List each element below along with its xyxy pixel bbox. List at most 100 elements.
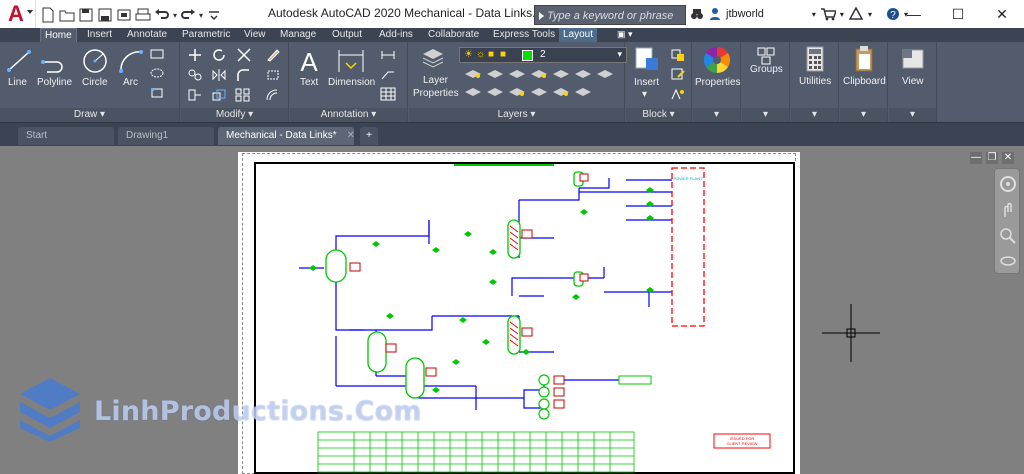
insert-block-icon[interactable] bbox=[634, 46, 660, 72]
layers-panel-title[interactable]: Layers ▾ bbox=[409, 108, 624, 122]
properties-button[interactable]: Properties bbox=[695, 77, 741, 88]
text-icon[interactable]: A bbox=[298, 47, 320, 75]
rotate-icon[interactable] bbox=[211, 48, 227, 62]
dimension-button[interactable]: Dimension bbox=[328, 77, 375, 88]
offset-icon[interactable] bbox=[265, 88, 281, 102]
plot-icon[interactable] bbox=[135, 7, 151, 23]
connect-icon[interactable] bbox=[848, 7, 864, 21]
close-tab-icon[interactable]: ✕ bbox=[347, 130, 355, 141]
tab-annotate[interactable]: Annotate bbox=[123, 28, 171, 42]
viewport-minimize-button[interactable]: — bbox=[970, 152, 982, 164]
undo-dropdown-icon[interactable]: ▾ bbox=[173, 11, 177, 20]
polyline-button[interactable]: Polyline bbox=[37, 77, 72, 88]
cart-dropdown-icon[interactable]: ▾ bbox=[840, 10, 844, 19]
layer-dropdown[interactable]: ☀ ☼ ■ ■ 2 ▾ bbox=[459, 47, 627, 63]
clipboard-button[interactable]: Clipboard bbox=[843, 76, 886, 87]
tab-view[interactable]: View bbox=[240, 28, 270, 42]
array-icon[interactable] bbox=[235, 88, 251, 102]
view-icon[interactable] bbox=[901, 48, 925, 70]
user-dropdown-icon[interactable]: ▾ bbox=[812, 10, 816, 19]
clipboard-panel-expand[interactable]: ▾ bbox=[840, 108, 887, 122]
user-name[interactable]: jtbworld bbox=[726, 8, 764, 20]
doc-tab-drawing1[interactable]: Drawing1 bbox=[118, 127, 214, 145]
group-icon[interactable] bbox=[756, 46, 776, 66]
view-panel-expand[interactable]: ▾ bbox=[889, 108, 936, 122]
create-block-icon[interactable] bbox=[670, 48, 686, 62]
properties-color-wheel-icon[interactable] bbox=[702, 45, 732, 75]
tab-home[interactable]: Home bbox=[40, 28, 77, 42]
circle-icon[interactable] bbox=[82, 47, 108, 75]
open-folder-icon[interactable] bbox=[59, 7, 75, 23]
scale-icon[interactable] bbox=[211, 88, 227, 102]
annotation-panel-title[interactable]: Annotation ▾ bbox=[290, 108, 407, 122]
leader-icon[interactable] bbox=[380, 67, 396, 81]
minimize-button[interactable]: — bbox=[892, 0, 936, 28]
user-icon[interactable] bbox=[708, 7, 722, 21]
trim-icon[interactable] bbox=[235, 47, 253, 63]
utilities-panel-expand[interactable]: ▾ bbox=[791, 108, 838, 122]
utilities-button[interactable]: Utilities bbox=[799, 76, 831, 87]
polyline-icon[interactable] bbox=[40, 48, 68, 74]
new-file-icon[interactable] bbox=[40, 7, 56, 23]
save-as-icon[interactable] bbox=[97, 7, 113, 23]
tab-manage[interactable]: Manage bbox=[276, 28, 320, 42]
viewport-close-button[interactable]: ✕ bbox=[1002, 152, 1014, 164]
dimension-icon[interactable] bbox=[336, 47, 366, 75]
search-expand-icon[interactable] bbox=[539, 12, 544, 20]
binoculars-icon[interactable] bbox=[690, 7, 704, 21]
block-panel-title[interactable]: Block ▾ bbox=[626, 108, 691, 122]
attribute-icon[interactable] bbox=[670, 87, 686, 101]
view-button[interactable]: View bbox=[902, 76, 924, 87]
tab-add-ins[interactable]: Add-ins bbox=[375, 28, 417, 42]
insert-button[interactable]: Insert bbox=[634, 77, 659, 88]
new-tab-button[interactable]: + bbox=[360, 127, 378, 145]
tab-collaborate[interactable]: Collaborate bbox=[424, 28, 483, 42]
clipboard-icon[interactable] bbox=[854, 45, 874, 73]
redo-icon[interactable] bbox=[180, 7, 196, 23]
zoom-icon[interactable] bbox=[999, 227, 1017, 245]
layer-properties-icon[interactable] bbox=[421, 46, 445, 68]
mirror-icon[interactable] bbox=[211, 68, 227, 82]
customize-toolbar-icon[interactable] bbox=[206, 7, 222, 23]
help-search-input[interactable] bbox=[547, 8, 683, 23]
redo-dropdown-icon[interactable]: ▾ bbox=[199, 11, 203, 20]
tab-layout[interactable]: Layout bbox=[559, 28, 598, 42]
application-menu-button[interactable]: A bbox=[0, 0, 36, 30]
cart-icon[interactable] bbox=[820, 7, 836, 21]
fillet-icon[interactable] bbox=[235, 68, 251, 82]
calculator-icon[interactable] bbox=[805, 46, 825, 72]
line-button[interactable]: Line bbox=[8, 77, 27, 88]
save-icon[interactable] bbox=[78, 7, 94, 23]
groups-button[interactable]: Groups bbox=[750, 64, 783, 75]
ribbon-minimize-icon[interactable]: ▣ ▾ bbox=[617, 29, 639, 41]
layer-tools-icon[interactable] bbox=[461, 68, 621, 108]
arc-button[interactable]: Arc bbox=[123, 77, 138, 88]
layer-properties-label-2[interactable]: Properties bbox=[413, 88, 459, 99]
draw-panel-title[interactable]: Draw ▾ bbox=[0, 108, 179, 122]
rectangle-icon[interactable] bbox=[150, 48, 164, 60]
cloud-save-icon[interactable] bbox=[116, 7, 132, 23]
arc-icon[interactable] bbox=[118, 48, 144, 74]
maximize-button[interactable]: ☐ bbox=[936, 0, 980, 28]
tab-parametric[interactable]: Parametric bbox=[178, 28, 234, 42]
doc-tab-start[interactable]: Start bbox=[18, 127, 114, 145]
orbit-icon[interactable] bbox=[999, 253, 1017, 269]
hatch-icon[interactable] bbox=[150, 67, 164, 79]
move-icon[interactable] bbox=[187, 48, 203, 62]
linear-dimension-icon[interactable] bbox=[380, 48, 396, 62]
modify-panel-title[interactable]: Modify ▾ bbox=[181, 108, 288, 122]
text-button[interactable]: Text bbox=[300, 77, 318, 88]
tab-insert[interactable]: Insert bbox=[83, 28, 116, 42]
stretch-icon[interactable] bbox=[187, 88, 203, 102]
pan-icon[interactable] bbox=[999, 201, 1017, 219]
connect-dropdown-icon[interactable]: ▾ bbox=[868, 10, 872, 19]
undo-icon[interactable] bbox=[154, 7, 170, 23]
insert-dropdown-icon[interactable]: ▾ bbox=[642, 89, 647, 100]
circle-button[interactable]: Circle bbox=[82, 77, 108, 88]
edit-block-icon[interactable] bbox=[670, 67, 686, 81]
properties-panel-expand[interactable]: ▾ bbox=[693, 108, 740, 122]
steering-wheel-icon[interactable] bbox=[999, 175, 1017, 193]
tab-express-tools[interactable]: Express Tools bbox=[489, 28, 559, 42]
layer-properties-label-1[interactable]: Layer bbox=[423, 75, 448, 86]
tab-output[interactable]: Output bbox=[328, 28, 366, 42]
